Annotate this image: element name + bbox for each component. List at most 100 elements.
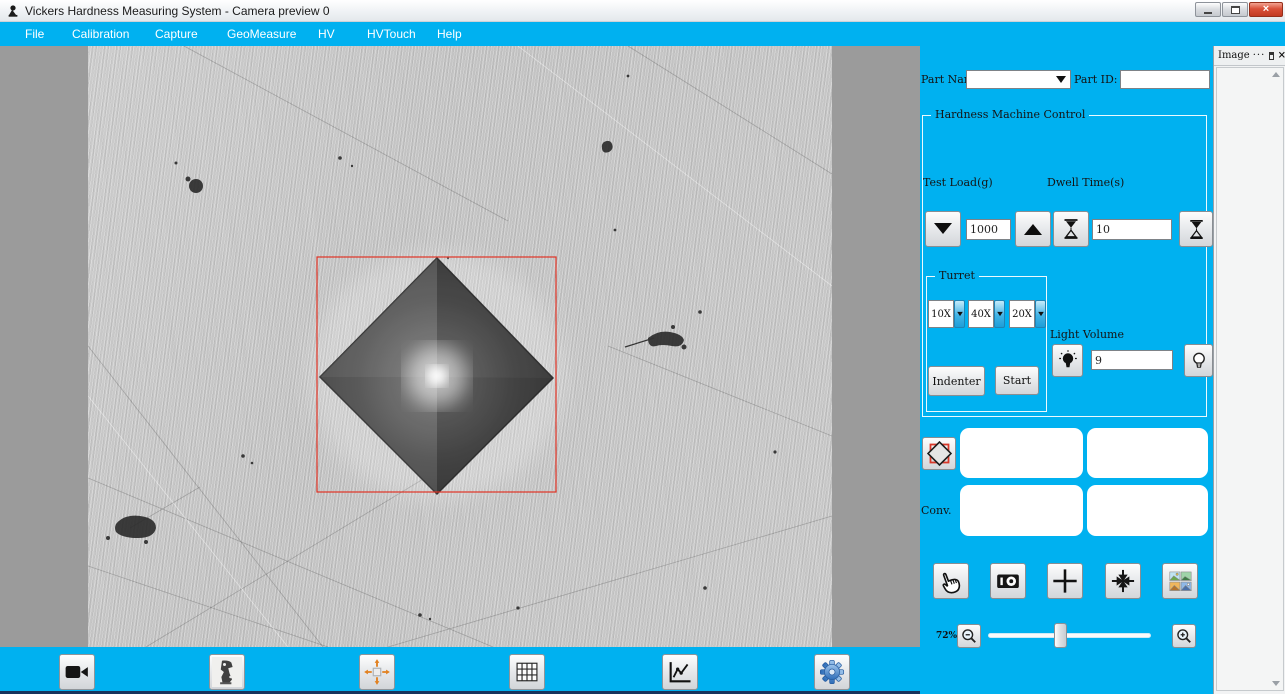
- arrow-down-icon: [931, 217, 955, 241]
- gallery-button[interactable]: [1162, 563, 1198, 599]
- hourglass-icon: [1185, 218, 1208, 241]
- chart-button[interactable]: [662, 654, 698, 690]
- scroll-up-icon[interactable]: [1272, 72, 1280, 77]
- window-title: Vickers Hardness Measuring System - Came…: [25, 4, 330, 18]
- camera-image[interactable]: [88, 46, 832, 647]
- turret-objective-3[interactable]: 20X: [1009, 300, 1035, 328]
- turret-group: Turret 10X 40X 20X Indenter Start: [926, 276, 1047, 412]
- image-panel-header: Image ··· ×: [1214, 46, 1285, 66]
- chevron-down-icon: [997, 312, 1003, 316]
- light-decrease-button[interactable]: [1052, 344, 1083, 377]
- camera-icon: [995, 568, 1021, 594]
- turret-objective-3-arrow[interactable]: [1035, 300, 1046, 328]
- zoom-out-icon: [959, 626, 979, 646]
- zoom-in-icon: [1174, 626, 1194, 646]
- title-bar: Vickers Hardness Measuring System - Came…: [0, 0, 1285, 22]
- image-gallery-icon: [1167, 568, 1194, 595]
- part-name-combo[interactable]: [966, 70, 1071, 89]
- auto-measure-button[interactable]: [922, 437, 956, 470]
- control-panel: Part Name: Part ID: Hardness Machine Con…: [920, 46, 1213, 694]
- grid-icon: [513, 658, 541, 686]
- maximize-button[interactable]: [1222, 2, 1248, 17]
- result-conv-box: [1087, 485, 1208, 536]
- part-id-input[interactable]: [1120, 70, 1210, 89]
- chevron-down-icon: [1038, 312, 1044, 316]
- indenter-button[interactable]: Indenter: [928, 366, 985, 396]
- dwell-time-button[interactable]: [1053, 211, 1089, 247]
- part-id-label: Part ID:: [1074, 73, 1118, 86]
- center-converge-button[interactable]: [1105, 563, 1141, 599]
- turret-objective-1[interactable]: 10X: [928, 300, 954, 328]
- light-volume-input[interactable]: [1091, 350, 1173, 370]
- result-d1-box: [960, 428, 1083, 478]
- start-button[interactable]: Start: [995, 366, 1039, 395]
- scroll-down-icon[interactable]: [1272, 681, 1280, 686]
- crosshair-button[interactable]: [1047, 563, 1083, 599]
- image-panel-overflow[interactable]: ···: [1253, 50, 1266, 61]
- image-panel-title: Image: [1218, 50, 1250, 61]
- hand-pointer-icon: [937, 567, 965, 595]
- dwell-time-input[interactable]: [1092, 219, 1172, 240]
- test-load-label: Test Load(g): [923, 176, 993, 189]
- result-d2-box: [1087, 428, 1208, 478]
- hardness-tester-button[interactable]: [209, 654, 245, 690]
- settings-button[interactable]: [814, 654, 850, 690]
- maximize-icon: [1231, 6, 1240, 14]
- snapshot-button[interactable]: [990, 563, 1026, 599]
- zoom-in-button[interactable]: [1172, 624, 1196, 648]
- light-increase-button[interactable]: [1184, 344, 1213, 377]
- bulb-outline-icon: [1187, 349, 1211, 373]
- indent-roi-icon: [926, 440, 953, 467]
- grid-button[interactable]: [509, 654, 545, 690]
- stage-move-icon: [363, 658, 391, 686]
- chevron-down-icon: [957, 312, 963, 316]
- crosshair-icon: [1051, 567, 1079, 595]
- dwell-apply-button[interactable]: [1179, 211, 1213, 247]
- test-load-input[interactable]: [966, 219, 1011, 240]
- zoom-percent-label: 72%: [936, 631, 957, 641]
- image-side-panel: Image ··· ×: [1213, 46, 1285, 694]
- load-increase-button[interactable]: [1015, 211, 1051, 247]
- zoom-slider-track[interactable]: [988, 633, 1151, 638]
- arrow-up-icon: [1021, 217, 1045, 241]
- dwell-time-label: Dwell Time(s): [1047, 176, 1124, 189]
- turret-group-title: Turret: [935, 269, 979, 282]
- converge-arrows-icon: [1109, 567, 1137, 595]
- app-icon: [6, 4, 20, 18]
- stage-move-button[interactable]: [359, 654, 395, 690]
- video-camera-button[interactable]: [59, 654, 95, 690]
- turret-objective-1-arrow[interactable]: [954, 300, 965, 328]
- menu-hv[interactable]: HV: [318, 27, 335, 41]
- hand-tool-button[interactable]: [933, 563, 969, 599]
- preview-area: [0, 46, 920, 647]
- hardness-group-title: Hardness Machine Control: [931, 108, 1089, 121]
- turret-objective-2-arrow[interactable]: [994, 300, 1005, 328]
- gear-icon: [818, 658, 846, 686]
- result-hv-box: [960, 485, 1083, 536]
- conv-label: Conv.: [921, 504, 952, 517]
- light-volume-label: Light Volume: [1050, 328, 1124, 341]
- menu-geomeasure[interactable]: GeoMeasure: [227, 27, 296, 41]
- zoom-slider-handle[interactable]: [1054, 623, 1067, 648]
- dock-icon[interactable]: [1269, 52, 1273, 60]
- image-panel-close-icon[interactable]: ×: [1278, 50, 1285, 61]
- menu-help[interactable]: Help: [437, 27, 462, 41]
- hourglass-icon: [1059, 217, 1083, 241]
- close-icon: ×: [1263, 4, 1269, 15]
- load-decrease-button[interactable]: [925, 211, 961, 247]
- video-camera-icon: [64, 659, 90, 685]
- minimize-icon: [1204, 12, 1212, 14]
- minimize-button[interactable]: [1195, 2, 1221, 17]
- zoom-out-button[interactable]: [957, 624, 981, 648]
- turret-objective-2[interactable]: 40X: [968, 300, 994, 328]
- menu-capture[interactable]: Capture: [155, 27, 198, 41]
- bulb-filled-icon: [1056, 349, 1080, 373]
- menu-calibration[interactable]: Calibration: [72, 27, 129, 41]
- chart-icon: [666, 658, 694, 686]
- menu-hvtouch[interactable]: HVTouch: [367, 27, 416, 41]
- hardness-machine-control-group: Hardness Machine Control Test Load(g) Dw…: [922, 115, 1207, 417]
- menu-bar: File Calibration Capture GeoMeasure HV H…: [0, 22, 1285, 46]
- close-button[interactable]: ×: [1249, 2, 1283, 17]
- image-panel-body[interactable]: [1216, 67, 1284, 691]
- menu-file[interactable]: File: [25, 27, 44, 41]
